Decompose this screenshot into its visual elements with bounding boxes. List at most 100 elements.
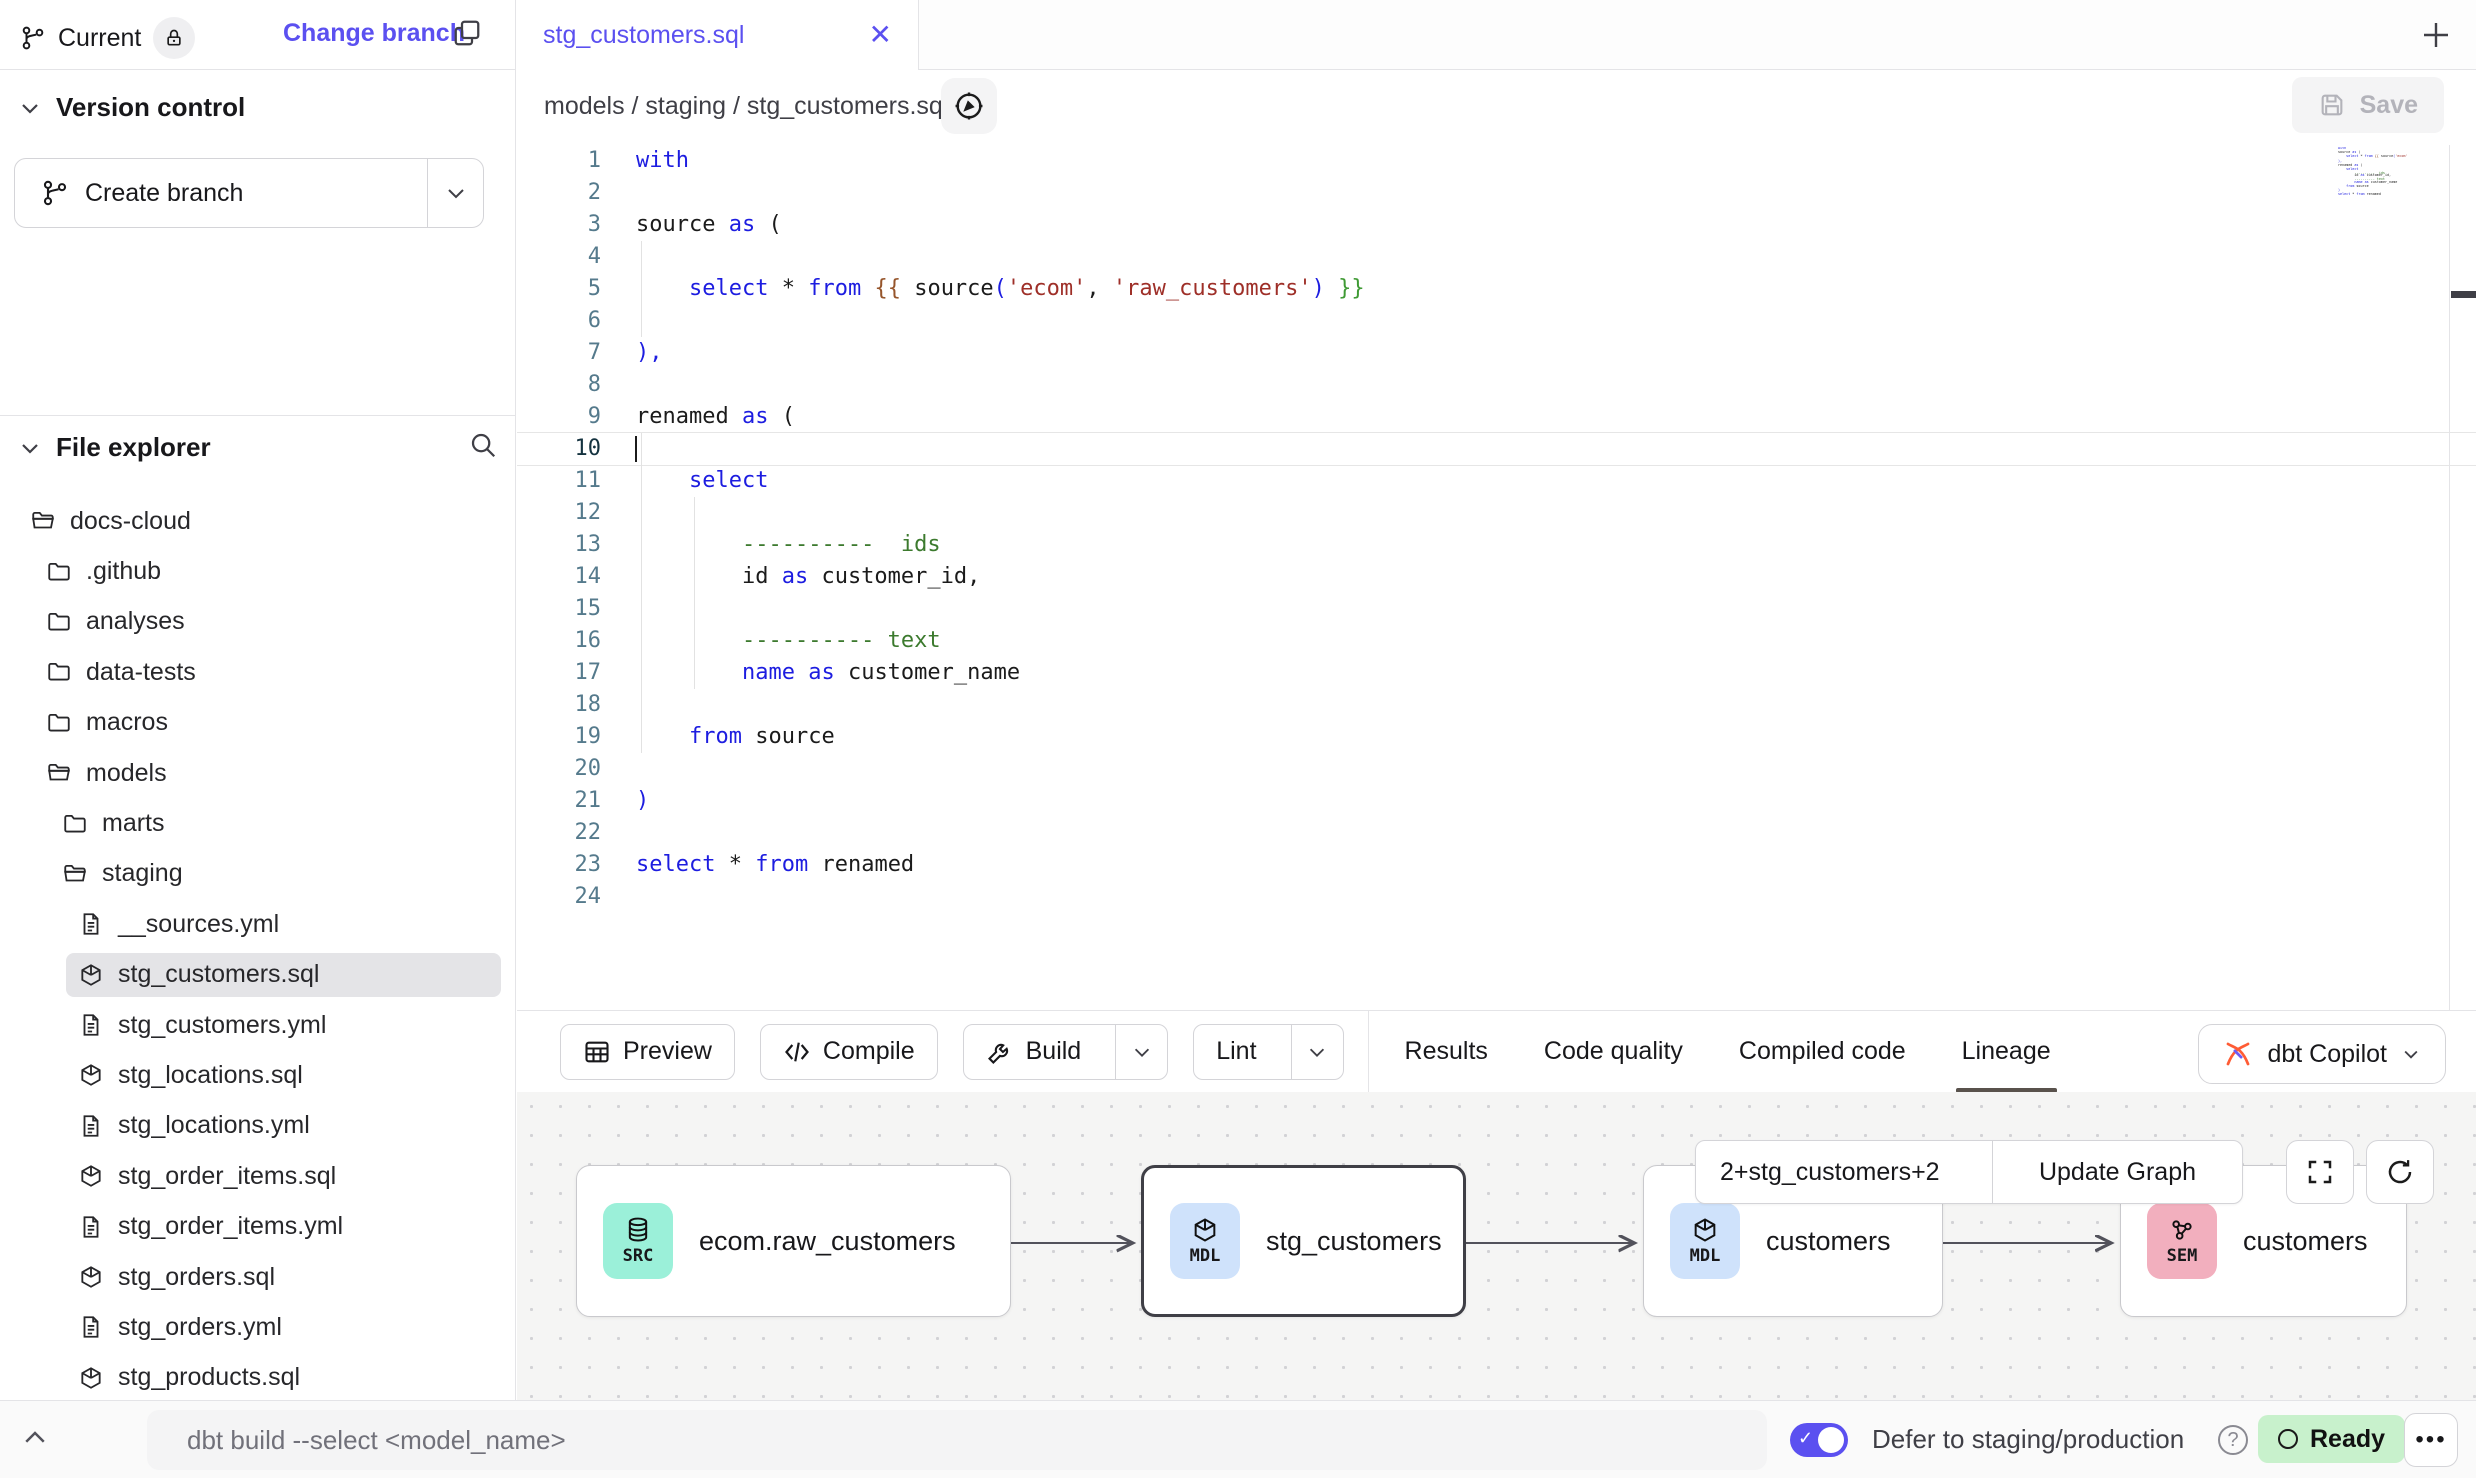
copy-branch-button[interactable] xyxy=(452,18,482,48)
code-line-20[interactable]: 20 xyxy=(517,753,2476,785)
panel-tab-compiled-code[interactable]: Compiled code xyxy=(1711,1011,1934,1093)
compile-button[interactable]: Compile xyxy=(760,1024,938,1080)
file-tree-item-marts[interactable]: marts xyxy=(0,798,515,848)
new-tab-button[interactable] xyxy=(2418,17,2454,53)
preview-button[interactable]: Preview xyxy=(560,1024,735,1080)
help-icon[interactable]: ? xyxy=(2218,1425,2248,1455)
explore-button[interactable] xyxy=(941,78,997,134)
code-line-13[interactable]: 13 ---------- ids xyxy=(517,529,2476,561)
code-line-5[interactable]: 5 select * from {{ source('ecom', 'raw_c… xyxy=(517,273,2476,305)
save-button[interactable]: Save xyxy=(2292,77,2444,133)
code-line-18[interactable]: 18 xyxy=(517,689,2476,721)
line-number: 3 xyxy=(517,209,601,241)
code-line-7[interactable]: 7), xyxy=(517,337,2476,369)
lineage-node-stg-customers[interactable]: MDLstg_customers xyxy=(1141,1165,1466,1317)
code-editor[interactable]: 1with23source as (45 select * from {{ so… xyxy=(517,145,2476,1010)
expand-history-button[interactable] xyxy=(20,1423,50,1453)
node-type-badge: SRC xyxy=(603,1203,673,1279)
create-branch-menu-button[interactable] xyxy=(427,159,483,227)
file-tree-item-stg-customers-yml[interactable]: stg_customers.yml xyxy=(0,1000,515,1050)
cube-icon xyxy=(1191,1216,1219,1244)
lineage-fullscreen-button[interactable] xyxy=(2286,1140,2354,1204)
compile-label: Compile xyxy=(823,1037,915,1066)
tab-label: stg_customers.sql xyxy=(543,21,744,50)
code-line-23[interactable]: 23select * from renamed xyxy=(517,849,2476,881)
defer-toggle[interactable]: ✓ xyxy=(1790,1423,1848,1457)
dbt-copilot-label: dbt Copilot xyxy=(2267,1040,2387,1069)
file-tree-item-stg-customers-sql[interactable]: stg_customers.sql xyxy=(0,950,515,1000)
code-line-11[interactable]: 11 select xyxy=(517,465,2476,497)
node-type-label: SEM xyxy=(2167,1246,2198,1266)
file-search-button[interactable] xyxy=(468,430,498,460)
update-graph-button[interactable]: Update Graph xyxy=(1992,1141,2242,1203)
code-line-19[interactable]: 19 from source xyxy=(517,721,2476,753)
code-line-15[interactable]: 15 xyxy=(517,593,2476,625)
fullscreen-icon xyxy=(2305,1157,2335,1187)
file-tree-item-stg-orders-yml[interactable]: stg_orders.yml xyxy=(0,1302,515,1352)
code-line-14[interactable]: 14 id as customer_id, xyxy=(517,561,2476,593)
build-menu-button[interactable] xyxy=(1115,1025,1167,1079)
code-line-1[interactable]: 1with xyxy=(517,145,2476,177)
lint-label: Lint xyxy=(1216,1037,1256,1066)
code-line-8[interactable]: 8 xyxy=(517,369,2476,401)
editor-minimap[interactable]: with source as ( select * from {{ source… xyxy=(2338,147,2408,207)
file-tree-item-macros[interactable]: macros xyxy=(0,698,515,748)
lineage-selector-input[interactable]: 2+stg_customers+2 xyxy=(1696,1141,1992,1203)
code-line-12[interactable]: 12 xyxy=(517,497,2476,529)
code-line-16[interactable]: 16 ---------- text xyxy=(517,625,2476,657)
dbt-copilot-button[interactable]: dbt Copilot xyxy=(2198,1024,2446,1084)
code-line-24[interactable]: 24 xyxy=(517,881,2476,913)
file-tree-item-models[interactable]: models xyxy=(0,748,515,798)
file-tree-item--sources-yml[interactable]: __sources.yml xyxy=(0,899,515,949)
current-branch[interactable]: Current xyxy=(20,17,195,59)
code-line-9[interactable]: 9renamed as ( xyxy=(517,401,2476,433)
file-tree-item-stg-products-sql[interactable]: stg_products.sql xyxy=(0,1353,515,1403)
close-tab-icon[interactable]: ✕ xyxy=(869,21,892,49)
folder-icon xyxy=(62,811,88,837)
file-tree-item--github[interactable]: .github xyxy=(0,546,515,596)
file-tree-item-stg-locations-sql[interactable]: stg_locations.sql xyxy=(0,1050,515,1100)
code-line-17[interactable]: 17 name as customer_name xyxy=(517,657,2476,689)
line-number: 23 xyxy=(517,849,601,881)
status-badge[interactable]: Ready xyxy=(2258,1415,2405,1463)
lineage-panel[interactable]: SRCecom.raw_customersMDLstg_customersMDL… xyxy=(517,1092,2476,1400)
file-explorer-title: File explorer xyxy=(56,432,211,463)
lineage-node-ecom-raw-customers[interactable]: SRCecom.raw_customers xyxy=(576,1165,1011,1317)
tab-stg-customers-sql[interactable]: stg_customers.sql ✕ xyxy=(517,0,919,70)
command-input[interactable]: dbt build --select <model_name> xyxy=(147,1410,1767,1470)
panel-tab-lineage[interactable]: Lineage xyxy=(1934,1011,2079,1093)
code-line-6[interactable]: 6 xyxy=(517,305,2476,337)
change-branch-link[interactable]: Change branch xyxy=(283,19,465,48)
lint-menu-button[interactable] xyxy=(1291,1025,1343,1079)
file-tree-item-stg-orders-sql[interactable]: stg_orders.sql xyxy=(0,1252,515,1302)
file-tree-item-docs-cloud[interactable]: docs-cloud xyxy=(0,496,515,546)
file-tree-item-stg-order-items-sql[interactable]: stg_order_items.sql xyxy=(0,1151,515,1201)
create-branch-button[interactable]: Create branch xyxy=(15,159,427,227)
lint-button[interactable]: Lint xyxy=(1194,1025,1278,1079)
more-options-button[interactable]: ••• xyxy=(2404,1413,2458,1467)
code-line-2[interactable]: 2 xyxy=(517,177,2476,209)
current-branch-label: Current xyxy=(58,24,141,53)
file-tree-item-stg-locations-yml[interactable]: stg_locations.yml xyxy=(0,1101,515,1151)
code-line-3[interactable]: 3source as ( xyxy=(517,209,2476,241)
line-number: 6 xyxy=(517,305,601,337)
file-tree-item-stg-order-items-yml[interactable]: stg_order_items.yml xyxy=(0,1201,515,1251)
file-tree-label: staging xyxy=(102,859,183,888)
file-tree-item-analyses[interactable]: analyses xyxy=(0,597,515,647)
scrollbar-thumb[interactable] xyxy=(2451,291,2476,298)
line-number: 20 xyxy=(517,753,601,785)
code-line-22[interactable]: 22 xyxy=(517,817,2476,849)
file-explorer-section-header[interactable]: File explorer xyxy=(18,432,498,463)
code-line-4[interactable]: 4 xyxy=(517,241,2476,273)
file-tree-item-data-tests[interactable]: data-tests xyxy=(0,647,515,697)
file-tree-label: stg_customers.yml xyxy=(118,1011,326,1040)
version-control-section-header[interactable]: Version control xyxy=(18,92,245,123)
build-button[interactable]: Build xyxy=(964,1025,1104,1079)
code-line-10[interactable]: 10 xyxy=(517,433,2476,465)
file-tree-item-staging[interactable]: staging xyxy=(0,849,515,899)
panel-tab-code-quality[interactable]: Code quality xyxy=(1516,1011,1711,1093)
lineage-refresh-button[interactable] xyxy=(2366,1140,2434,1204)
line-number: 1 xyxy=(517,145,601,177)
code-line-21[interactable]: 21) xyxy=(517,785,2476,817)
panel-tab-results[interactable]: Results xyxy=(1377,1011,1516,1093)
